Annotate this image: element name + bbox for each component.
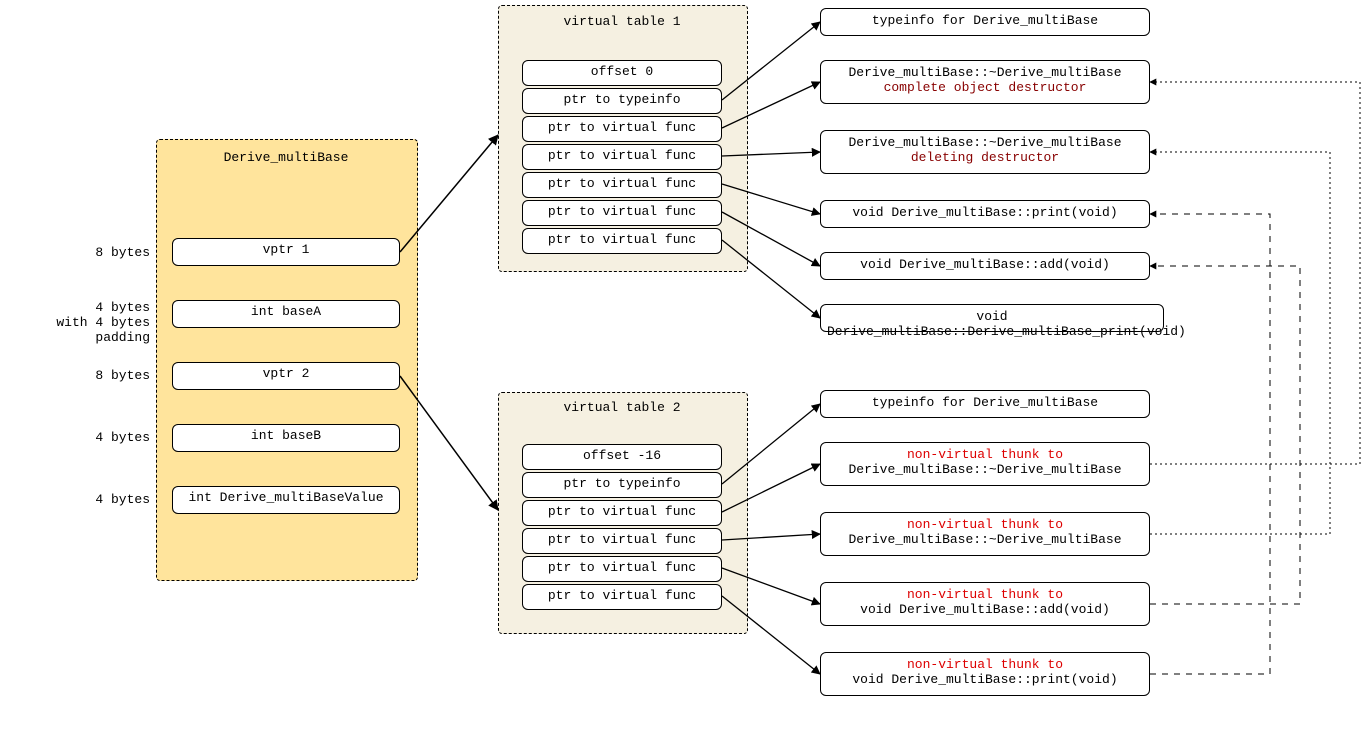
f1-dprint: void Derive_multiBase::Derive_multiBase_… <box>820 304 1164 332</box>
field-1: int baseA <box>172 300 400 328</box>
vt2-row-2: ptr to virtual func <box>522 500 722 526</box>
field-size-3: 4 bytes <box>10 430 150 445</box>
vt2-row-4: ptr to virtual func <box>522 556 722 582</box>
f1-dtor-delete: Derive_multiBase::~Derive_multiBase dele… <box>820 130 1150 174</box>
f2-thunk-dtor2: non-virtual thunk to Derive_multiBase::~… <box>820 512 1150 556</box>
f2-thunk-dtor1: non-virtual thunk to Derive_multiBase::~… <box>820 442 1150 486</box>
field-3: int baseB <box>172 424 400 452</box>
field-size-1: 4 bytes with 4 bytes padding <box>10 300 150 345</box>
vt1-row-6: ptr to virtual func <box>522 228 722 254</box>
vt2-row-1: ptr to typeinfo <box>522 472 722 498</box>
vt1-row-3: ptr to virtual func <box>522 144 722 170</box>
vt2-row-5: ptr to virtual func <box>522 584 722 610</box>
field-size-0: 8 bytes <box>10 245 150 260</box>
field-size-2: 8 bytes <box>10 368 150 383</box>
object-panel <box>156 139 418 581</box>
f2-thunk-add: non-virtual thunk to void Derive_multiBa… <box>820 582 1150 626</box>
f1-dtor-complete: Derive_multiBase::~Derive_multiBase comp… <box>820 60 1150 104</box>
field-size-4: 4 bytes <box>10 492 150 507</box>
vt1-row-5: ptr to virtual func <box>522 200 722 226</box>
vt1-row-2: ptr to virtual func <box>522 116 722 142</box>
f1-typeinfo: typeinfo for Derive_multiBase <box>820 8 1150 36</box>
f1-print: void Derive_multiBase::print(void) <box>820 200 1150 228</box>
vtable1-title: virtual table 1 <box>498 14 746 29</box>
field-2: vptr 2 <box>172 362 400 390</box>
vt1-row-4: ptr to virtual func <box>522 172 722 198</box>
f2-typeinfo: typeinfo for Derive_multiBase <box>820 390 1150 418</box>
vtable2-title: virtual table 2 <box>498 400 746 415</box>
vt1-row-1: ptr to typeinfo <box>522 88 722 114</box>
vt2-row-0: offset -16 <box>522 444 722 470</box>
vt1-row-0: offset 0 <box>522 60 722 86</box>
field-4: int Derive_multiBaseValue <box>172 486 400 514</box>
vt2-row-3: ptr to virtual func <box>522 528 722 554</box>
f1-add: void Derive_multiBase::add(void) <box>820 252 1150 280</box>
field-0: vptr 1 <box>172 238 400 266</box>
f2-thunk-print: non-virtual thunk to void Derive_multiBa… <box>820 652 1150 696</box>
object-title: Derive_multiBase <box>156 150 416 165</box>
